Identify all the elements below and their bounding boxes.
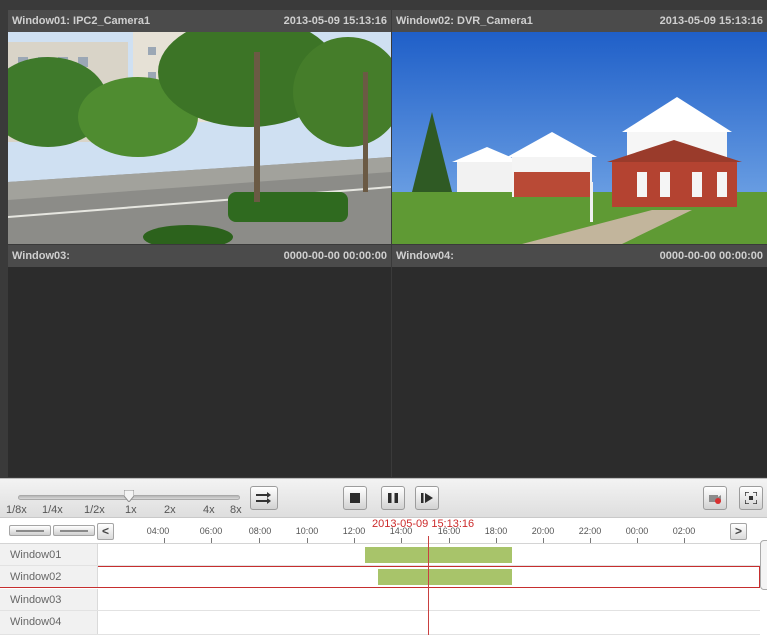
clip-button[interactable] [703, 486, 727, 510]
hour-label: 02:00 [672, 526, 696, 536]
timeline-row-window04[interactable]: Window04 [0, 611, 760, 635]
window-title-bar: Window02: DVR_Camera1 2013-05-09 15:13:1… [392, 10, 767, 32]
zoom-out-icon [60, 530, 88, 532]
window-timestamp: 0000-00-00 00:00:00 [659, 250, 763, 262]
speed-label: 1x [125, 504, 137, 516]
hour-label: 00:00 [625, 526, 649, 536]
playhead-time: 2013-05-09 15:13:16 [372, 518, 475, 530]
video-window-3[interactable]: Window03: 0000-00-00 00:00:00 [8, 245, 391, 477]
hour-label: 08:00 [248, 526, 272, 536]
window-timestamp: 0000-00-00 00:00:00 [283, 250, 387, 262]
window-name: Window01: IPC2_Camera1 [12, 15, 151, 27]
hour-label: 18:00 [484, 526, 508, 536]
fullscreen-icon [745, 492, 757, 504]
sync-playback-icon [256, 492, 271, 504]
hour-label: 06:00 [199, 526, 223, 536]
timeline-row-window03[interactable]: Window03 [0, 589, 760, 611]
timeline-scrollbar[interactable] [760, 540, 767, 590]
speed-label: 4x [203, 504, 215, 516]
speed-label: 1/2x [84, 504, 105, 516]
window-name: Window03: [12, 250, 70, 262]
camera-feed-street [8, 32, 391, 244]
stop-button[interactable] [343, 486, 367, 510]
window-timestamp: 2013-05-09 15:13:16 [283, 15, 387, 27]
hour-tick [164, 538, 165, 543]
zoom-in-button[interactable] [9, 525, 51, 536]
frame-step-icon [421, 493, 433, 503]
hour-tick [259, 538, 260, 543]
hour-tick [354, 538, 355, 543]
hour-label: 04:00 [146, 526, 170, 536]
hour-tick [684, 538, 685, 543]
timeline-scale[interactable]: < > 04:00 06:00 08:00 10:00 12:00 14:00 … [0, 518, 767, 544]
window-title-bar: Window03: 0000-00-00 00:00:00 [8, 245, 391, 267]
window-title-bar: Window01: IPC2_Camera1 2013-05-09 15:13:… [8, 10, 391, 32]
hour-tick [637, 538, 638, 543]
video-window-1[interactable]: Window01: IPC2_Camera1 2013-05-09 15:13:… [8, 10, 391, 244]
window-title-bar: Window04: 0000-00-00 00:00:00 [392, 245, 767, 267]
zoom-out-button[interactable] [53, 525, 95, 536]
stop-icon [350, 493, 360, 503]
timeline-row-label: Window04 [0, 611, 98, 634]
speed-slider-thumb[interactable] [124, 490, 134, 502]
speed-label: 1/8x [6, 504, 27, 516]
recording-segment[interactable] [365, 547, 512, 563]
hour-tick [307, 538, 308, 543]
timeline-row-window01[interactable]: Window01 [0, 544, 760, 566]
hour-tick [449, 538, 450, 543]
hour-label: 20:00 [531, 526, 555, 536]
hour-label: 12:00 [342, 526, 366, 536]
zoom-in-icon [16, 530, 44, 532]
sync-playback-button[interactable] [250, 486, 278, 510]
speed-label: 2x [164, 504, 176, 516]
hour-tick [590, 538, 591, 543]
hour-tick [401, 538, 402, 543]
window-timestamp: 2013-05-09 15:13:16 [659, 15, 763, 27]
timeline-prev-button[interactable]: < [97, 523, 114, 540]
video-window-2[interactable]: Window02: DVR_Camera1 2013-05-09 15:13:1… [392, 10, 767, 244]
timeline-row-label: Window01 [0, 544, 98, 565]
hour-label: 10:00 [295, 526, 319, 536]
window-name: Window02: DVR_Camera1 [396, 15, 533, 27]
camera-feed-houses [392, 32, 767, 244]
hour-tick [496, 538, 497, 543]
window-name: Window04: [396, 250, 454, 262]
recording-segment[interactable] [378, 569, 512, 585]
clip-icon [709, 495, 721, 504]
playback-control-bar: 1/8x 1/4x 1/2x 1x 2x 4x 8x [0, 478, 767, 518]
pause-icon [388, 493, 398, 503]
hour-tick [543, 538, 544, 543]
timeline-row-window02[interactable]: Window02 [0, 566, 760, 588]
speed-label: 1/4x [42, 504, 63, 516]
pause-button[interactable] [381, 486, 405, 510]
hour-label: 22:00 [578, 526, 602, 536]
frame-step-button[interactable] [415, 486, 439, 510]
timeline-row-label: Window03 [0, 589, 98, 610]
hour-tick [211, 538, 212, 543]
video-window-4[interactable]: Window04: 0000-00-00 00:00:00 [392, 245, 767, 477]
timeline-next-button[interactable]: > [730, 523, 747, 540]
playhead-line[interactable] [428, 536, 429, 635]
video-grid: Window01: IPC2_Camera1 2013-05-09 15:13:… [0, 0, 767, 478]
timeline-row-label: Window02 [0, 566, 98, 587]
playback-timeline: < > 04:00 06:00 08:00 10:00 12:00 14:00 … [0, 518, 767, 635]
speed-label: 8x [230, 504, 242, 516]
fullscreen-button[interactable] [739, 486, 763, 510]
